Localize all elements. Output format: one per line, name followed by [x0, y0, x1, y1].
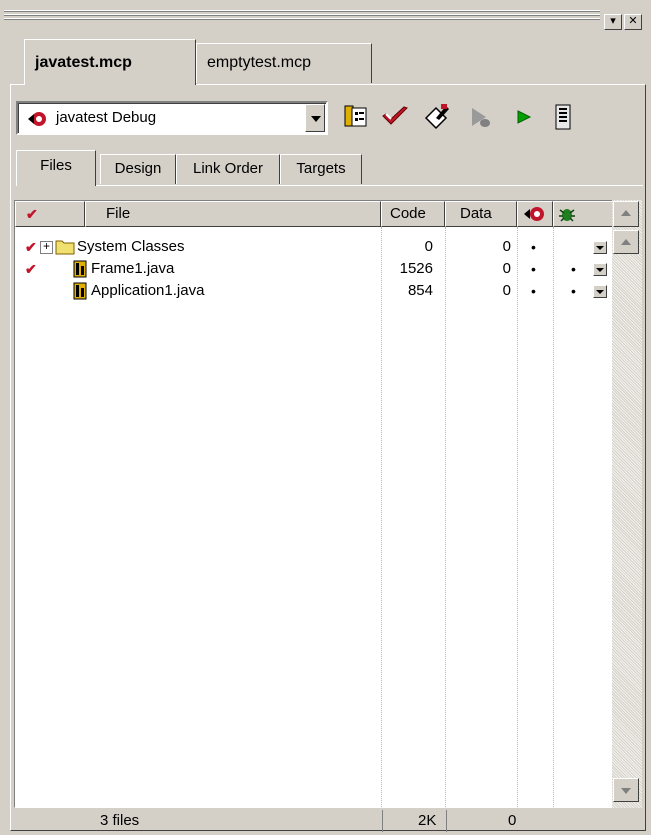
target-membership-dot[interactable]: • — [531, 279, 536, 303]
tab-label: Design — [114, 160, 162, 177]
doc-tab-emptytest[interactable]: emptytest.mcp — [196, 43, 372, 83]
file-options-dropdown[interactable] — [593, 263, 607, 276]
column-separator — [517, 227, 518, 807]
status-file-count: 3 files — [100, 812, 140, 829]
check-syntax-icon — [382, 106, 408, 125]
check-syntax-button[interactable] — [380, 102, 410, 132]
minimize-icon: ▾ — [610, 15, 616, 27]
scroll-down-button[interactable] — [613, 778, 639, 802]
status-code-total: 2K — [418, 812, 437, 829]
code-size: 854 — [407, 282, 433, 299]
target-membership-dot[interactable]: • — [531, 257, 536, 281]
file-name: Application1.java — [91, 282, 205, 299]
target-select[interactable]: javatest Debug — [16, 101, 328, 135]
debug-membership-dot[interactable]: • — [571, 257, 576, 281]
column-header-target[interactable] — [517, 201, 553, 227]
column-header-label: File — [106, 205, 131, 222]
tab-label: Files — [40, 157, 72, 174]
debug-button[interactable] — [466, 102, 496, 132]
target-icon — [524, 207, 544, 221]
tab-files[interactable]: Files — [16, 150, 96, 186]
code-size: 0 — [424, 238, 433, 255]
tab-targets[interactable]: Targets — [280, 154, 362, 184]
run-icon — [517, 110, 532, 124]
checked-icon[interactable]: ✔ — [25, 257, 37, 281]
java-file-icon — [73, 282, 87, 300]
file-name: System Classes — [77, 238, 185, 255]
checked-icon[interactable]: ✔ — [25, 235, 37, 259]
java-file-icon — [73, 260, 87, 278]
target-select-value: javatest Debug — [56, 109, 157, 126]
folder-icon — [55, 240, 75, 255]
target-red-icon — [28, 112, 46, 126]
column-header-label: Data — [460, 205, 492, 222]
project-inspector-icon — [555, 104, 571, 130]
tab-design[interactable]: Design — [100, 154, 176, 184]
status-separator — [382, 810, 383, 832]
file-options-dropdown[interactable] — [593, 241, 607, 254]
code-size: 1526 — [399, 260, 433, 277]
column-header-code[interactable]: Code — [381, 201, 445, 227]
data-size: 0 — [502, 238, 511, 255]
file-list[interactable]: ✔ File Code Data ✔ + System Classes 0 0 … — [14, 200, 642, 808]
file-name: Frame1.java — [91, 260, 175, 277]
status-data-total: 0 — [508, 812, 517, 829]
scroll-header-corner — [613, 201, 639, 227]
project-inspector-button[interactable] — [548, 102, 578, 132]
minimize-button[interactable]: ▾ — [604, 14, 622, 30]
status-separator — [446, 810, 447, 832]
column-header-data[interactable]: Data — [445, 201, 517, 227]
tab-divider — [16, 185, 643, 186]
target-membership-dot[interactable]: • — [531, 235, 536, 259]
column-separator — [381, 227, 382, 807]
tab-link-order[interactable]: Link Order — [176, 154, 280, 184]
window-grip-bar[interactable] — [0, 8, 600, 30]
data-size: 0 — [502, 282, 511, 299]
scroll-up-button[interactable] — [613, 230, 639, 254]
doc-tab-label: javatest.mcp — [35, 54, 132, 71]
target-settings-icon — [344, 105, 367, 127]
table-row[interactable]: ✔ + System Classes 0 0 • — [15, 235, 611, 259]
column-header-label: Code — [390, 205, 426, 222]
make-icon — [424, 104, 449, 130]
file-options-dropdown[interactable] — [593, 285, 607, 298]
bug-icon — [559, 209, 575, 222]
column-separator — [445, 227, 446, 807]
vertical-scrollbar[interactable] — [612, 200, 642, 808]
check-icon: ✔ — [26, 206, 38, 222]
status-bar: 3 files 2K 0 — [14, 810, 642, 832]
debug-membership-dot[interactable]: • — [571, 279, 576, 303]
column-header-check[interactable]: ✔ — [15, 201, 85, 227]
data-size: 0 — [502, 260, 511, 277]
column-header-file[interactable]: File — [85, 201, 381, 227]
tab-label: Targets — [296, 160, 346, 177]
expand-icon[interactable]: + — [40, 240, 53, 254]
make-button[interactable] — [422, 102, 452, 132]
debug-icon — [472, 108, 490, 127]
close-icon: ✕ — [628, 15, 638, 27]
doc-tab-label: emptytest.mcp — [207, 54, 312, 71]
target-settings-button[interactable] — [340, 102, 370, 132]
doc-tab-javatest[interactable]: javatest.mcp — [24, 39, 196, 85]
tab-label: Link Order — [192, 160, 264, 177]
table-row[interactable]: ✔ Frame1.java 1526 0 • • — [15, 257, 611, 281]
column-header-debug[interactable] — [553, 201, 613, 227]
target-dropdown-button[interactable] — [305, 104, 325, 132]
column-separator — [553, 227, 554, 807]
run-button[interactable] — [508, 102, 538, 132]
close-button[interactable]: ✕ — [624, 14, 642, 30]
table-row[interactable]: Application1.java 854 0 • • — [15, 279, 611, 303]
